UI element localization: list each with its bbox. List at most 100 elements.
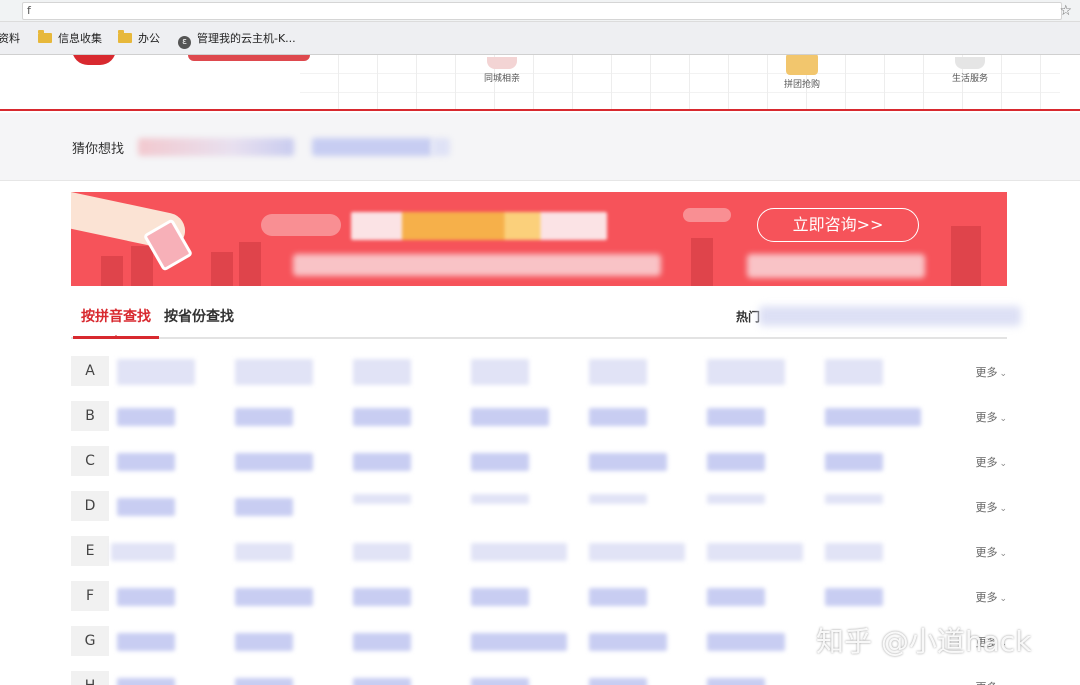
more-link[interactable]: 更多⌄: [975, 364, 1007, 380]
city-deco: [131, 246, 153, 286]
bookmark-item-cloud[interactable]: ε 管理我的云主机-K...: [178, 31, 296, 49]
redacted-city[interactable]: [707, 678, 765, 685]
redacted-city[interactable]: [825, 359, 883, 385]
redacted-city[interactable]: [589, 494, 647, 504]
tab-by-pinyin[interactable]: 按拼音查找: [73, 306, 159, 339]
redacted-city[interactable]: [353, 678, 411, 685]
redacted-city[interactable]: [589, 543, 685, 561]
guess-section: 猜你想找: [0, 113, 1080, 181]
more-label: 更多: [975, 591, 998, 604]
redacted-city[interactable]: [825, 588, 883, 606]
redacted-city[interactable]: [825, 494, 883, 504]
chevron-down-icon: ⌄: [999, 549, 1007, 559]
redacted-city[interactable]: [353, 408, 411, 426]
redacted-city[interactable]: [825, 408, 921, 426]
bookmark-item-info[interactable]: 信息收集: [38, 30, 102, 47]
promo-banner[interactable]: 立即咨询>>: [71, 192, 1007, 286]
redacted-city[interactable]: [471, 678, 529, 685]
letter-label: F: [71, 581, 109, 611]
city-deco: [691, 238, 713, 286]
redacted-keyword[interactable]: [138, 138, 294, 156]
more-link[interactable]: 更多⌄: [975, 589, 1007, 605]
redacted-city[interactable]: [825, 453, 883, 471]
redacted-city[interactable]: [589, 588, 647, 606]
more-link[interactable]: 更多⌄: [975, 454, 1007, 470]
redacted-city[interactable]: [353, 543, 411, 561]
redacted-city[interactable]: [825, 543, 883, 561]
bookmark-label: 信息收集: [58, 32, 102, 45]
redacted-city[interactable]: [707, 633, 785, 651]
redacted-city[interactable]: [707, 494, 765, 504]
service-icon: [955, 57, 985, 69]
redacted-city[interactable]: [589, 359, 647, 385]
letter-row-d: D 更多 ⌄: [71, 488, 1007, 524]
redacted-city[interactable]: [589, 408, 647, 426]
city-deco: [211, 252, 233, 286]
nav-item-life[interactable]: 生活服务: [952, 57, 988, 84]
redacted-city[interactable]: [235, 408, 293, 426]
redacted-city[interactable]: [589, 678, 647, 685]
more-label: 更多: [975, 456, 998, 469]
redacted-city[interactable]: [235, 359, 313, 385]
redacted-keyword[interactable]: [312, 138, 432, 156]
redacted-city[interactable]: [707, 408, 765, 426]
redacted-city[interactable]: [707, 543, 803, 561]
letter-row-f: F 更多 ⌄: [71, 578, 1007, 614]
url-input[interactable]: f: [22, 2, 1062, 20]
redacted-city[interactable]: [353, 453, 411, 471]
redacted-city[interactable]: [117, 498, 175, 516]
redacted-city[interactable]: [235, 543, 293, 561]
redacted-city[interactable]: [471, 359, 529, 385]
redacted-city[interactable]: [707, 588, 765, 606]
redacted-city[interactable]: [235, 453, 313, 471]
logo-icon[interactable]: [72, 55, 116, 65]
nav-item-groupbuy[interactable]: 拼团抢购: [784, 55, 820, 90]
redacted-city[interactable]: [707, 359, 785, 385]
folder-icon: [118, 30, 132, 43]
redacted-city[interactable]: [117, 453, 175, 471]
redacted-city[interactable]: [117, 588, 175, 606]
redacted-hot-links[interactable]: [759, 306, 1021, 326]
redacted-city[interactable]: [235, 633, 293, 651]
redacted-city[interactable]: [471, 543, 567, 561]
redacted-city[interactable]: [471, 633, 567, 651]
guess-label: 猜你想找: [72, 142, 125, 157]
redacted-city[interactable]: [471, 408, 549, 426]
redacted-city[interactable]: [235, 678, 293, 685]
redacted-city[interactable]: [235, 588, 313, 606]
redacted-city[interactable]: [471, 494, 529, 504]
redacted-city[interactable]: [353, 494, 411, 504]
redacted-city[interactable]: [353, 588, 411, 606]
letter-row-c: C 更多 ⌄: [71, 443, 1007, 479]
bookmark-label: 管理我的云主机-K...: [197, 32, 296, 45]
redacted-city[interactable]: [117, 359, 195, 385]
more-link[interactable]: 更多⌄: [975, 409, 1007, 425]
heart-icon: [487, 57, 517, 69]
redacted-city[interactable]: [353, 633, 411, 651]
redacted-city[interactable]: [235, 498, 293, 516]
nav-item-dating[interactable]: 同城相亲: [484, 57, 520, 84]
tab-by-province[interactable]: 按省份查找: [164, 306, 234, 330]
more-link[interactable]: 更多⌄: [975, 544, 1007, 560]
more-link[interactable]: 更多⌄: [975, 499, 1007, 515]
more-link[interactable]: 更多⌄: [975, 679, 1007, 685]
globe-icon: ε: [178, 36, 191, 49]
letter-label: G: [71, 626, 109, 656]
more-label: 更多: [975, 546, 998, 559]
redacted-city[interactable]: [471, 588, 529, 606]
redacted-city[interactable]: [111, 543, 175, 561]
logo-wordmark[interactable]: [188, 55, 310, 61]
redacted-city[interactable]: [117, 633, 175, 651]
consult-button[interactable]: 立即咨询>>: [757, 208, 919, 242]
bookmark-item-ziliao[interactable]: 资料: [0, 31, 20, 47]
redacted-city[interactable]: [117, 408, 175, 426]
bookmark-item-office[interactable]: 办公: [118, 30, 160, 47]
bookmark-label: 资料: [0, 32, 20, 45]
redacted-city[interactable]: [117, 678, 175, 685]
redacted-city[interactable]: [707, 453, 765, 471]
redacted-city[interactable]: [589, 633, 667, 651]
bookmark-star-icon[interactable]: ☆: [1059, 2, 1072, 20]
redacted-city[interactable]: [471, 453, 529, 471]
redacted-city[interactable]: [353, 359, 411, 385]
redacted-city[interactable]: [589, 453, 667, 471]
